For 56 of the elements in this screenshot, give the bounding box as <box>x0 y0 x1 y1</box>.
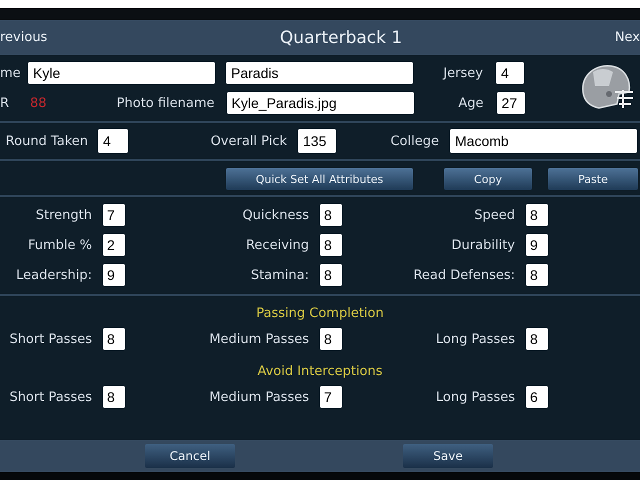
photo-filename-field[interactable]: Kyle_Paradis.jpg <box>226 92 414 114</box>
attribute-label: Quickness <box>241 208 309 222</box>
attribute-label: Fumble % <box>26 238 92 252</box>
attribute-label: Medium Passes <box>208 390 309 404</box>
attribute-label: Short Passes <box>8 332 92 346</box>
first-name-field[interactable]: Kyle <box>28 62 215 84</box>
last-name-field[interactable]: Paradis <box>226 62 413 84</box>
action-button[interactable]: Paste <box>548 168 638 190</box>
attribute-field[interactable]: 8 <box>320 264 342 286</box>
attribute-label: Long Passes <box>434 390 515 404</box>
field-label: Photo filename <box>116 96 215 110</box>
action-button[interactable]: Quick Set All Attributes <box>226 168 413 190</box>
save-button[interactable]: Save <box>403 444 493 468</box>
section-heading: Passing Completion <box>255 306 385 323</box>
cancel-button[interactable]: Cancel <box>145 444 235 468</box>
attribute-field[interactable]: 8 <box>320 234 342 256</box>
next-link[interactable]: Nex <box>614 30 640 45</box>
jersey-field[interactable]: 4 <box>496 62 524 84</box>
attribute-label: Read Defenses: <box>412 268 515 282</box>
attribute-field[interactable]: 8 <box>526 204 548 226</box>
action-button[interactable]: Copy <box>444 168 532 190</box>
attribute-field[interactable]: 8 <box>320 204 342 226</box>
attribute-field[interactable]: 6 <box>526 386 548 408</box>
attribute-field[interactable]: 2 <box>103 234 125 256</box>
attribute-label: Stamina: <box>250 268 309 282</box>
attribute-label: Short Passes <box>8 390 92 404</box>
attribute-field[interactable]: 8 <box>320 328 342 350</box>
attribute-label: Durability <box>450 238 515 252</box>
attribute-label: Leadership: <box>15 268 92 282</box>
draft-field[interactable]: 4 <box>98 129 128 153</box>
field-label: Overall Pick <box>210 134 287 148</box>
section-heading: Avoid Interceptions <box>256 364 384 381</box>
attribute-field[interactable]: 8 <box>526 328 548 350</box>
attribute-label: Speed <box>473 208 515 222</box>
field-label: Age <box>457 96 484 110</box>
attribute-field[interactable]: 9 <box>103 264 125 286</box>
attribute-field[interactable]: 7 <box>320 386 342 408</box>
draft-field[interactable]: Macomb <box>450 129 637 153</box>
attribute-field[interactable]: 8 <box>103 328 125 350</box>
rating-value: 88 <box>30 96 47 110</box>
attribute-field[interactable]: 9 <box>526 234 548 256</box>
dialog-title: Quarterback 1 <box>280 28 402 48</box>
attribute-field[interactable]: 8 <box>103 386 125 408</box>
previous-link[interactable]: revious <box>0 30 48 45</box>
age-field[interactable]: 27 <box>496 92 525 114</box>
attribute-label: Strength <box>34 208 92 222</box>
draft-field[interactable]: 135 <box>298 129 336 153</box>
field-label: College <box>389 134 439 148</box>
attribute-label: Medium Passes <box>208 332 309 346</box>
attribute-field[interactable]: 7 <box>103 204 125 226</box>
field-label: Round Taken <box>4 134 88 148</box>
attribute-label: Long Passes <box>434 332 515 346</box>
field-label: Jersey <box>442 66 483 80</box>
attribute-label: Receiving <box>244 238 309 252</box>
field-label: R <box>0 96 8 110</box>
attribute-field[interactable]: 8 <box>526 264 548 286</box>
